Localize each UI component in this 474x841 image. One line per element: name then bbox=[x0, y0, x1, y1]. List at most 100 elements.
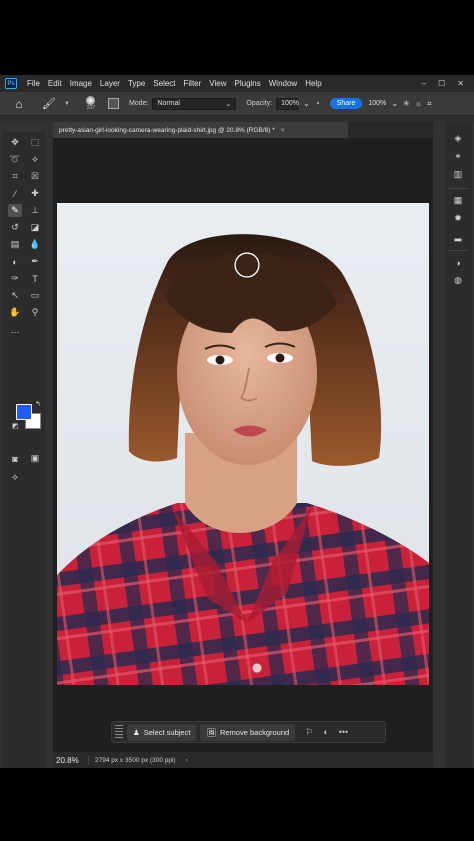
tools-panel: ✥ ⬚ ➰ ⟡ ⌗ ☒ ⁄ ✚ ✎ ⊥ ↺ ◪ ▤ 💧 ◐ ✒ ✑ T ↖ ▭ … bbox=[2, 132, 46, 768]
marquee-tool-icon[interactable]: ⬚ bbox=[28, 136, 42, 149]
libraries-icon[interactable]: ▂ bbox=[451, 230, 465, 243]
menu-bar: Ps File Edit Image Layer Type Select Fil… bbox=[0, 75, 474, 92]
object-select-tool-icon[interactable]: ⟡ bbox=[28, 153, 42, 166]
stamp-tool-icon[interactable]: ⊥ bbox=[28, 204, 42, 217]
document-image[interactable] bbox=[57, 203, 429, 685]
pin-icon[interactable]: ⚐ bbox=[305, 727, 313, 738]
zoom-tool-icon[interactable]: ⚲ bbox=[28, 306, 42, 319]
smoothing-icon[interactable]: ☼ bbox=[415, 99, 422, 108]
pressure-opacity-icon[interactable]: ◔ bbox=[315, 99, 320, 108]
gradient-tool-icon[interactable]: ▤ bbox=[8, 238, 22, 251]
menu-image[interactable]: Image bbox=[66, 79, 96, 88]
lasso-tool-icon[interactable]: ➰ bbox=[8, 153, 22, 166]
flow-input[interactable]: 100% bbox=[364, 97, 387, 110]
menu-file[interactable]: File bbox=[23, 79, 44, 88]
pen-tool-icon[interactable]: ✑ bbox=[8, 272, 22, 285]
color-icon[interactable]: ◑ bbox=[451, 256, 465, 269]
menu-window[interactable]: Window bbox=[265, 79, 301, 88]
close-tab-icon[interactable]: × bbox=[281, 127, 285, 134]
blur-tool-icon[interactable]: 💧 bbox=[28, 238, 42, 251]
canvas-area[interactable]: ♟ Select subject 🖼 Remove background ⚐ ◐… bbox=[53, 138, 433, 752]
chevron-right-icon[interactable]: › bbox=[186, 757, 188, 764]
status-bar: 20.8% 2794 px x 3500 px (300 ppi) › bbox=[53, 752, 433, 768]
more-tools-icon[interactable]: ··· bbox=[8, 325, 22, 338]
eyedropper-tool-icon[interactable]: ⁄ bbox=[8, 187, 22, 200]
quick-mask-icon[interactable]: ◙ bbox=[8, 452, 22, 465]
mode-label: Mode: bbox=[128, 100, 149, 107]
eraser-tool-icon[interactable]: ◪ bbox=[28, 221, 42, 234]
document-tab-title: pretty-asian-girl-looking-camera-wearing… bbox=[59, 126, 275, 134]
properties-icon[interactable]: ✹ bbox=[451, 212, 465, 225]
opacity-value: 100% bbox=[281, 100, 300, 107]
screen-mode-icon[interactable]: ▣ bbox=[28, 452, 42, 465]
rectangle-tool-icon[interactable]: ▭ bbox=[28, 289, 42, 302]
paths-icon[interactable]: ⚭ bbox=[451, 150, 465, 163]
remove-background-label: Remove background bbox=[219, 727, 290, 737]
select-subject-button[interactable]: ♟ Select subject bbox=[127, 723, 197, 741]
foreground-color-swatch[interactable] bbox=[16, 404, 32, 420]
symmetry-icon[interactable]: ⌗ bbox=[427, 99, 432, 109]
brush-settings-icon[interactable] bbox=[107, 98, 119, 109]
history-brush-tool-icon[interactable]: ↺ bbox=[8, 221, 22, 234]
menu-filter[interactable]: Filter bbox=[180, 79, 206, 88]
hand-tool-icon[interactable]: ✋ bbox=[8, 306, 22, 319]
history-icon[interactable]: ▥ bbox=[451, 168, 465, 181]
opacity-label: Opacity: bbox=[246, 100, 273, 107]
divider bbox=[449, 250, 468, 251]
person-icon: ♟ bbox=[133, 727, 140, 737]
menu-view[interactable]: View bbox=[205, 79, 230, 88]
share-button[interactable]: Share bbox=[329, 98, 363, 109]
frame-tool-icon[interactable]: ☒ bbox=[28, 170, 42, 183]
opacity-input[interactable]: 100% bbox=[276, 97, 300, 110]
remove-background-button[interactable]: 🖼 Remove background bbox=[200, 723, 296, 741]
dodge-tool-icon[interactable]: ◐ bbox=[8, 255, 22, 268]
contextual-task-bar: ♟ Select subject 🖼 Remove background ⚐ ◐… bbox=[111, 721, 386, 743]
crop-tool-icon[interactable]: ⌗ bbox=[8, 170, 22, 183]
document-tab[interactable]: pretty-asian-girl-looking-camera-wearing… bbox=[53, 122, 348, 138]
more-options-icon[interactable]: ••• bbox=[339, 727, 348, 737]
document-info: 2794 px x 3500 px (300 ppi) bbox=[95, 756, 176, 764]
menu-plugins[interactable]: Plugins bbox=[231, 79, 265, 88]
panels-dock: ◈ ⚭ ▥ ▦ ✹ ▂ ◑ ◍ bbox=[445, 122, 472, 768]
window-controls: – ☐ ✕ bbox=[422, 79, 474, 88]
path-select-tool-icon[interactable]: ↖ bbox=[8, 289, 22, 302]
spot-healing-tool-icon[interactable]: ✚ bbox=[28, 187, 42, 200]
swatches-icon[interactable]: ◍ bbox=[451, 274, 465, 287]
divider bbox=[449, 188, 468, 189]
options-bar: ⌂ 🖌 ▼ 237 Mode: Normal ⌄ Opacity: 100% ⌄… bbox=[0, 92, 474, 116]
chevron-down-icon[interactable]: ⌄ bbox=[303, 99, 310, 108]
airbrush-icon[interactable]: ✳ bbox=[403, 99, 410, 108]
photoshop-logo: Ps bbox=[5, 78, 17, 89]
generative-fill-icon[interactable]: ⟡ bbox=[8, 471, 22, 484]
chevron-down-icon[interactable]: ⌄ bbox=[391, 99, 398, 108]
adjustments-icon[interactable]: ▦ bbox=[451, 194, 465, 207]
brush-preset-icon[interactable]: 🖌 bbox=[42, 97, 60, 110]
menu-type[interactable]: Type bbox=[124, 79, 149, 88]
swap-colors-icon[interactable]: ↰ bbox=[35, 400, 41, 408]
document-tab-bar: pretty-asian-girl-looking-camera-wearing… bbox=[53, 122, 433, 138]
type-tool-icon[interactable]: T bbox=[28, 272, 42, 285]
zoom-level[interactable]: 20.8% bbox=[53, 755, 89, 765]
brush-tool-icon[interactable]: ✎ bbox=[8, 204, 22, 217]
default-colors-icon[interactable]: ◩ bbox=[12, 422, 19, 430]
brush-size-value: 237 bbox=[86, 105, 96, 111]
photoshop-window: Ps File Edit Image Layer Type Select Fil… bbox=[0, 75, 474, 768]
home-icon[interactable]: ⌂ bbox=[8, 97, 30, 111]
drag-handle[interactable] bbox=[115, 725, 123, 739]
minimize-icon[interactable]: – bbox=[422, 79, 426, 88]
menu-select[interactable]: Select bbox=[149, 79, 179, 88]
menu-help[interactable]: Help bbox=[301, 79, 325, 88]
maximize-icon[interactable]: ☐ bbox=[438, 79, 445, 88]
chevron-down-icon[interactable]: ▼ bbox=[64, 101, 70, 107]
close-window-icon[interactable]: ✕ bbox=[457, 79, 464, 88]
pen-tool-icon[interactable]: ✒ bbox=[28, 255, 42, 268]
mode-select[interactable]: Normal ⌄ bbox=[152, 97, 237, 110]
menu-edit[interactable]: Edit bbox=[44, 79, 66, 88]
layers-3d-icon[interactable]: ◈ bbox=[451, 132, 465, 145]
flow-value: 100% bbox=[368, 100, 387, 107]
brush-size-picker[interactable]: 237 bbox=[82, 96, 100, 111]
menu-layer[interactable]: Layer bbox=[96, 79, 124, 88]
move-tool-icon[interactable]: ✥ bbox=[8, 136, 22, 149]
select-subject-label: Select subject bbox=[143, 727, 191, 737]
adjust-icon[interactable]: ◐ bbox=[323, 727, 328, 737]
